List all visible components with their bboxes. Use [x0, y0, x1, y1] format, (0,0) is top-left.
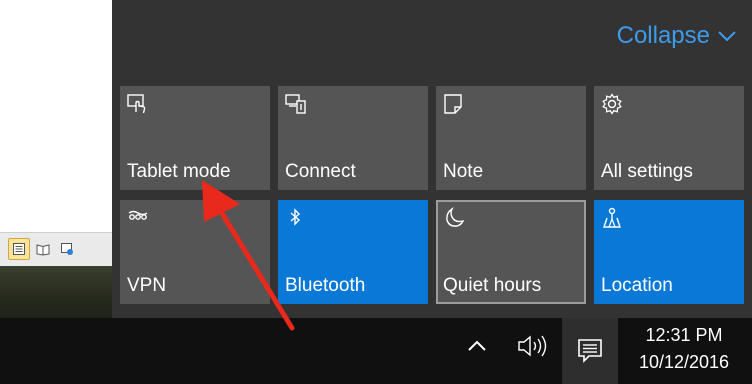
- moon-icon: [443, 206, 465, 229]
- tile-label: All settings: [601, 161, 693, 182]
- tile-location[interactable]: Location: [594, 200, 744, 304]
- show-hidden-icons-chevron[interactable]: [466, 335, 488, 357]
- bluetooth-icon: [285, 207, 307, 229]
- note-icon: [443, 93, 465, 115]
- tile-label: Tablet mode: [127, 161, 231, 182]
- tile-tablet-mode[interactable]: Tablet mode: [120, 86, 270, 190]
- connect-icon: [285, 93, 307, 115]
- web-layout-view-icon[interactable]: [56, 238, 78, 260]
- clock-date: 10/12/2016: [638, 352, 730, 372]
- tile-quiet-hours[interactable]: Quiet hours: [436, 200, 586, 304]
- print-layout-view-icon[interactable]: [8, 238, 30, 260]
- tile-bluetooth[interactable]: Bluetooth: [278, 200, 428, 304]
- background-image-strip: [0, 266, 112, 318]
- tile-label: VPN: [127, 275, 167, 296]
- tablet-mode-icon: [127, 93, 149, 115]
- tile-all-settings[interactable]: All settings: [594, 86, 744, 190]
- chevron-down-icon: [718, 31, 736, 42]
- tile-label: Note: [443, 161, 484, 182]
- tile-label: Bluetooth: [285, 275, 366, 296]
- action-center-icon: [578, 339, 602, 363]
- volume-icon[interactable]: [516, 333, 550, 359]
- tile-label: Location: [601, 275, 673, 296]
- gear-icon: [601, 93, 623, 115]
- system-clock[interactable]: 12:31 PM 10/12/2016: [626, 322, 742, 376]
- read-mode-view-icon[interactable]: [32, 238, 54, 260]
- collapse-button[interactable]: Collapse: [617, 22, 736, 50]
- location-icon: [601, 207, 623, 229]
- collapse-label: Collapse: [616, 22, 710, 49]
- clock-time: 12:31 PM: [645, 325, 723, 345]
- action-center-button[interactable]: [562, 318, 618, 384]
- tile-note[interactable]: Note: [436, 86, 586, 190]
- vpn-icon: [127, 207, 149, 229]
- action-center-panel: Collapse Tablet mode Connect Note All se…: [112, 0, 752, 318]
- tile-label: Quiet hours: [443, 275, 542, 296]
- tile-vpn[interactable]: VPN: [120, 200, 270, 304]
- tile-connect[interactable]: Connect: [278, 86, 428, 190]
- tile-label: Connect: [285, 161, 356, 182]
